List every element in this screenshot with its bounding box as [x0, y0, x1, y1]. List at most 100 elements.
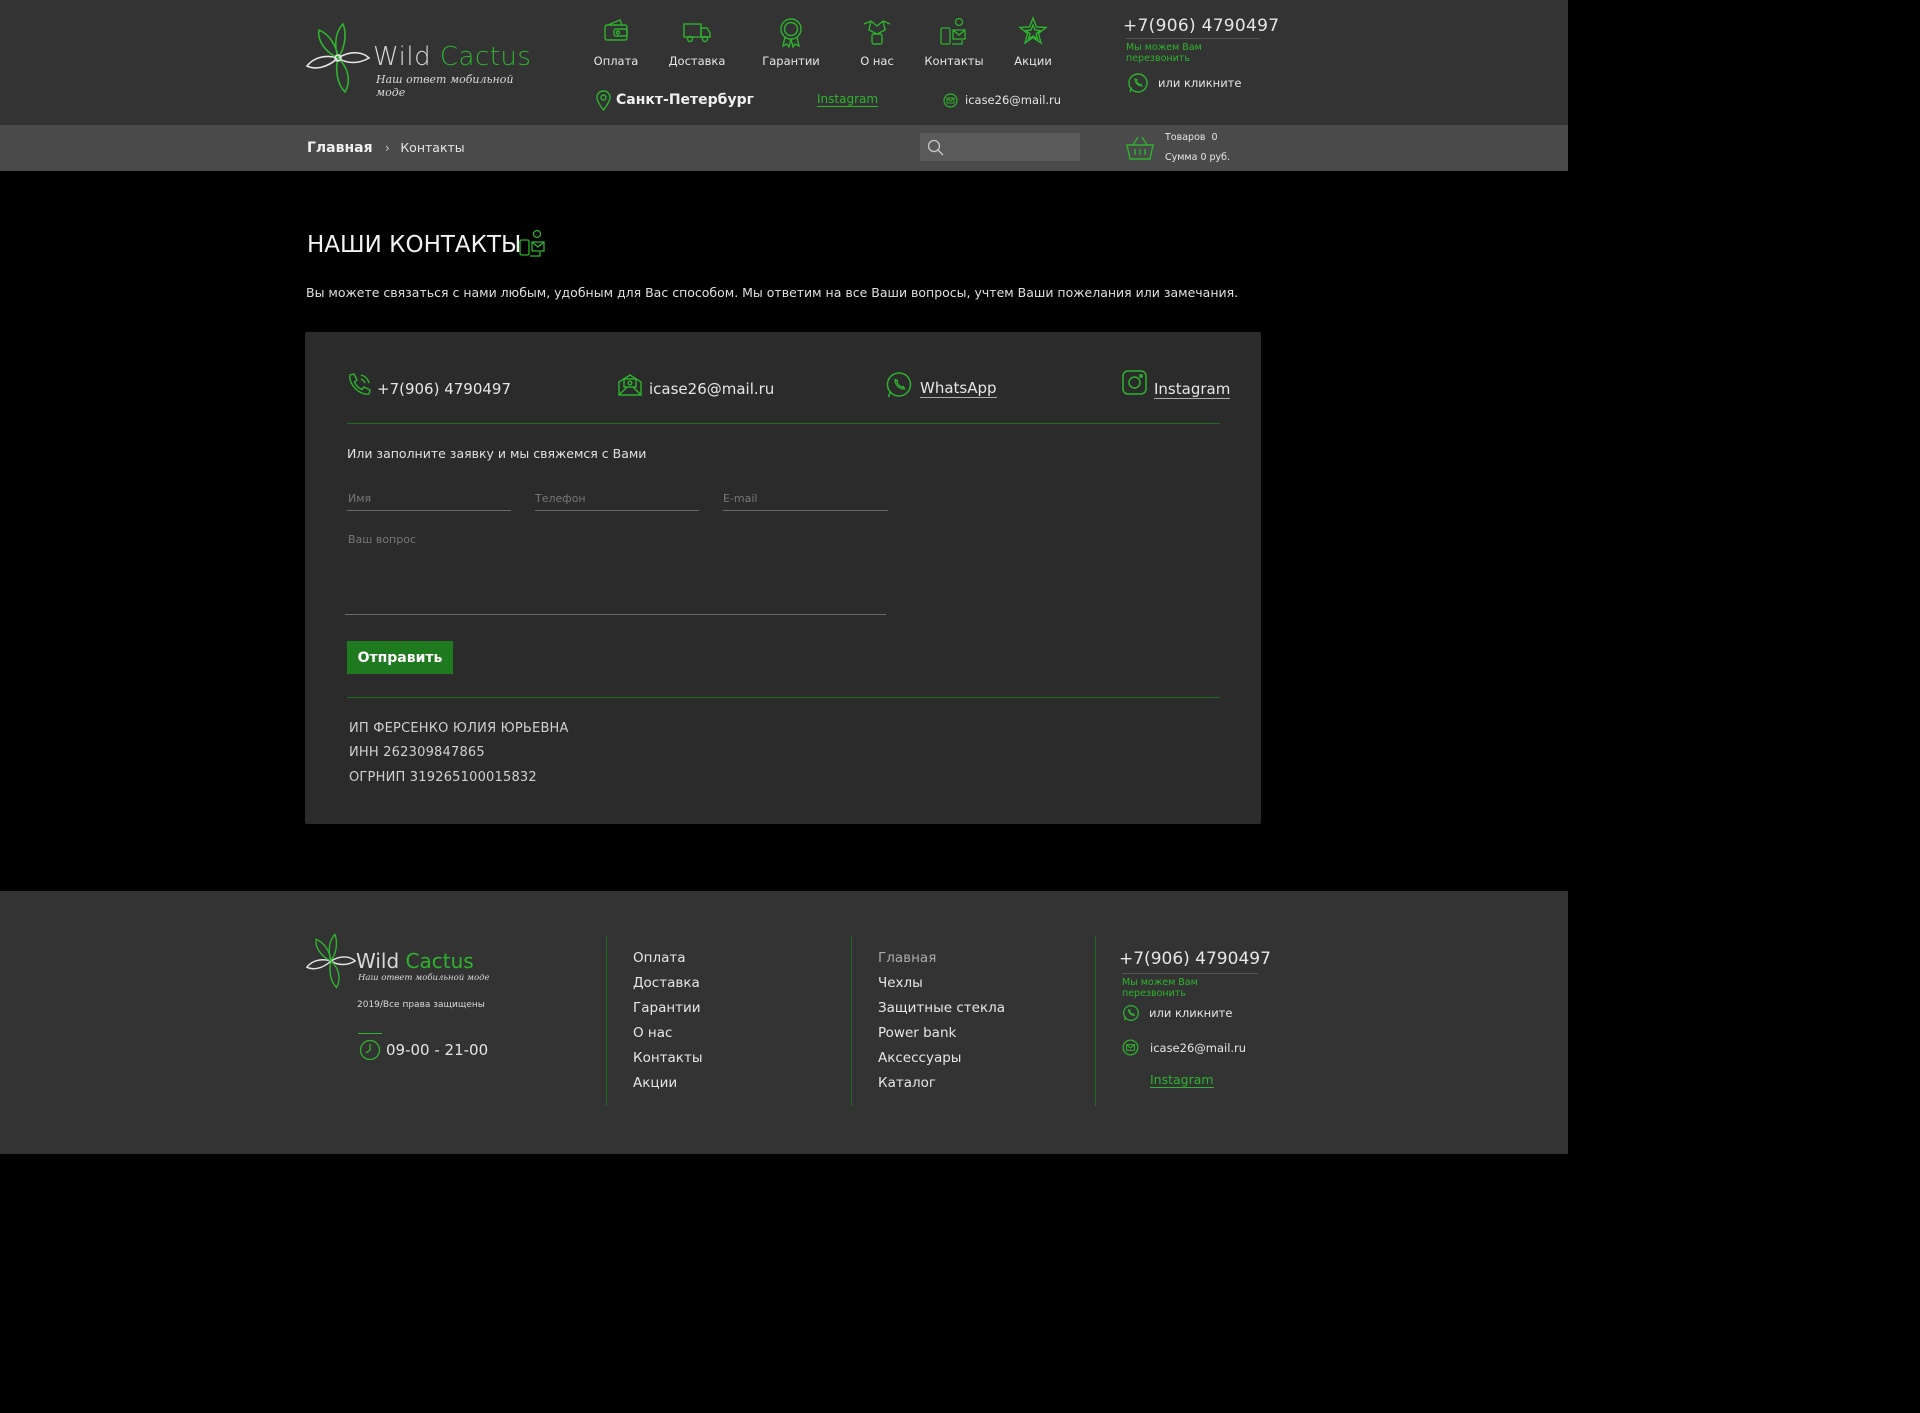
wallet-icon: [604, 19, 628, 41]
footer-link-promotions[interactable]: Акции: [633, 1075, 677, 1091]
working-hours-text: 09-00 - 21-00: [386, 1041, 489, 1059]
nav-item-contacts[interactable]: Контакты: [916, 16, 992, 68]
legal-owner: ИП ФЕРСЕНКО ЮЛИЯ ЮРЬЕВНА: [349, 721, 569, 736]
contact-phone-label: +7(906) 4790497: [377, 380, 512, 398]
footer-email-label: icase26@mail.ru: [1150, 1041, 1247, 1055]
email-icon: [1122, 1039, 1139, 1056]
nav-label: Гарантии: [762, 54, 820, 68]
page-title: НАШИ КОНТАКТЫ: [307, 232, 521, 258]
cart-sum-label: Сумма: [1165, 152, 1198, 163]
contacts-icon: [940, 17, 966, 45]
footer-link-powerbank[interactable]: Power bank: [878, 1025, 956, 1041]
nav-item-guarantees[interactable]: Гарантии: [753, 16, 829, 68]
truck-icon: [683, 23, 711, 43]
header-click-text: или кликните: [1158, 76, 1242, 90]
footer-link-delivery[interactable]: Доставка: [633, 975, 700, 991]
header-phone[interactable]: +7(906) 4790497: [1123, 16, 1279, 36]
header-callback-link[interactable]: Мы можем Вам перезвонить: [1126, 38, 1260, 64]
contact-whatsapp-label: WhatsApp: [920, 379, 997, 398]
contact-email-label: icase26@mail.ru: [649, 380, 775, 398]
whatsapp-icon: [886, 372, 912, 398]
site-header: Wild Cactus Наш ответ мобильной моде Опл…: [0, 0, 1568, 125]
cart-items-label: Товаров: [1165, 132, 1206, 143]
instagram-icon: [1122, 370, 1147, 395]
handshake-icon: [863, 20, 891, 45]
nav-item-about[interactable]: О нас: [839, 16, 915, 68]
nav-item-delivery[interactable]: Доставка: [659, 16, 735, 68]
envelope-icon: [618, 374, 642, 396]
cart-items-count: 0: [1211, 132, 1218, 143]
whatsapp-icon: [1123, 1005, 1139, 1021]
divider: [1095, 936, 1096, 1106]
field-underline: [535, 510, 699, 511]
footer-link-contacts[interactable]: Контакты: [633, 1050, 702, 1066]
header-email-label: icase26@mail.ru: [965, 93, 1062, 107]
brand-name-1: Wild: [356, 949, 400, 973]
legal-ogrnip: ОГРНИП 319265100015832: [349, 770, 537, 785]
field-underline: [347, 510, 511, 511]
name-placeholder: Имя: [348, 492, 372, 505]
whatsapp-icon: [1128, 73, 1148, 93]
contact-instagram-label: Instagram: [1154, 380, 1231, 399]
cart-items: Товаров 0: [1165, 132, 1218, 143]
divider: [851, 936, 852, 1106]
phone-icon: [349, 373, 371, 395]
divider: [347, 423, 1220, 424]
divider: [358, 1033, 382, 1034]
search-input[interactable]: [920, 133, 1080, 161]
breadcrumb: Главная › Контакты: [307, 140, 465, 156]
nav-label: Акции: [1014, 54, 1052, 68]
email-icon: [943, 93, 958, 108]
brand-name-2: Cactus: [439, 42, 532, 72]
footer-link-glass[interactable]: Защитные стекла: [878, 1000, 1005, 1016]
search-icon[interactable]: [927, 139, 944, 156]
city-label: Санкт-Петербург: [616, 92, 754, 108]
footer-link-about[interactable]: О нас: [633, 1025, 672, 1041]
question-placeholder: Ваш вопрос: [348, 533, 417, 546]
footer-link-payment[interactable]: Оплата: [633, 950, 686, 966]
footer-logo[interactable]: Wild Cactus Наш ответ мобильной моде: [305, 933, 505, 993]
footer-link-guarantees[interactable]: Гарантии: [633, 1000, 701, 1016]
copyright: 2019/Все права защищены: [357, 1000, 485, 1010]
brand-name-1: Wild: [373, 42, 432, 72]
email-placeholder: E-mail: [723, 492, 758, 505]
footer-callback-link[interactable]: Мы можем Вам перезвонить: [1122, 973, 1258, 999]
contact-card: +7(906) 4790497 icase26@mail.ru WhatsApp…: [305, 332, 1261, 824]
clock-icon: [359, 1039, 381, 1061]
nav-label: О нас: [860, 54, 894, 68]
footer-link-accessories[interactable]: Аксессуары: [878, 1050, 961, 1066]
contacts-icon: [519, 229, 545, 257]
breadcrumb-home[interactable]: Главная: [307, 140, 373, 156]
brand-tagline: Наш ответ мобильной моде: [358, 973, 490, 983]
location-pin-icon: [596, 90, 611, 111]
footer-link-catalog[interactable]: Каталог: [878, 1075, 936, 1091]
chevron-right-icon: ›: [385, 141, 390, 155]
footer-phone[interactable]: +7(906) 4790497: [1119, 949, 1271, 969]
flower-logo-icon: [305, 22, 371, 94]
form-heading: Или заполните заявку и мы свяжемся с Вам…: [347, 446, 647, 461]
nav-item-payment[interactable]: Оплата: [578, 16, 654, 68]
field-underline: [345, 614, 886, 615]
badge-icon: [780, 18, 802, 48]
submit-button[interactable]: Отправить: [347, 641, 453, 674]
site-footer: Wild Cactus Наш ответ мобильной моде 201…: [0, 891, 1568, 1154]
nav-item-promotions[interactable]: Акции: [995, 16, 1071, 68]
field-underline: [723, 510, 888, 511]
cart-sum: Сумма 0 руб.: [1165, 152, 1230, 163]
footer-link-home[interactable]: Главная: [878, 950, 936, 966]
legal-inn: ИНН 262309847865: [349, 745, 485, 760]
footer-instagram-link[interactable]: Instagram: [1150, 1072, 1214, 1088]
logo[interactable]: Wild Cactus Наш ответ мобильной моде: [305, 20, 535, 99]
phone-placeholder: Телефон: [535, 492, 586, 505]
footer-click-text: или кликните: [1149, 1006, 1233, 1020]
intro-text: Вы можете связаться с нами любым, удобны…: [306, 285, 1239, 300]
footer-link-cases[interactable]: Чехлы: [878, 975, 923, 991]
divider: [347, 697, 1220, 698]
cart-widget[interactable]: Товаров 0 Сумма 0 руб.: [1125, 132, 1265, 166]
cart-sum-value: 0 руб.: [1200, 152, 1231, 163]
divider: [606, 936, 607, 1106]
nav-label: Доставка: [668, 54, 726, 68]
header-instagram-link[interactable]: Instagram: [817, 92, 879, 107]
flower-logo-icon: [305, 933, 357, 989]
basket-icon: [1126, 136, 1154, 160]
